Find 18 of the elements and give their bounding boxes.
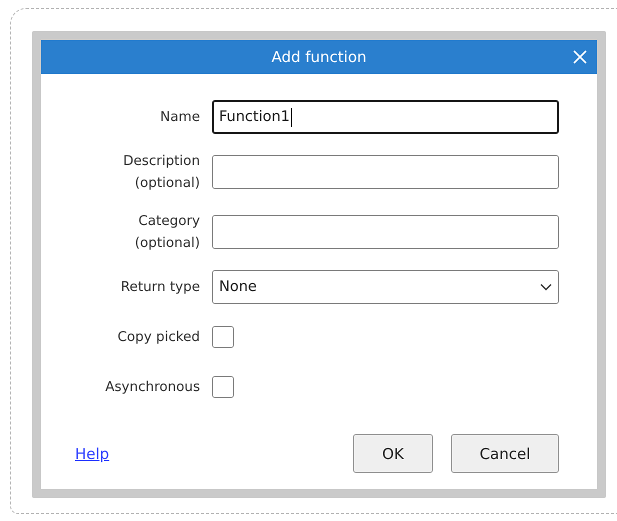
field-label: Copy picked [116, 328, 200, 347]
checkbox[interactable] [212, 326, 234, 348]
dropdown[interactable]: None [212, 270, 559, 304]
window-title: Add function [271, 48, 367, 66]
chevron-down-icon [540, 283, 552, 291]
field-label: Name [159, 108, 200, 127]
field-label: Description (optional) [122, 152, 200, 193]
field-label: Category (optional) [134, 212, 200, 253]
text-field[interactable] [212, 155, 559, 189]
field-label: Return type [120, 278, 200, 297]
text-field[interactable]: Function1 [212, 100, 559, 134]
field-label: Asynchronous [104, 378, 200, 397]
dialog-button[interactable]: OK [353, 434, 433, 473]
checkbox[interactable] [212, 376, 234, 398]
dialog-button[interactable]: Cancel [451, 434, 559, 473]
text-field[interactable] [212, 215, 559, 249]
close-icon[interactable] [573, 50, 587, 64]
help-link[interactable]: Help [75, 444, 110, 462]
